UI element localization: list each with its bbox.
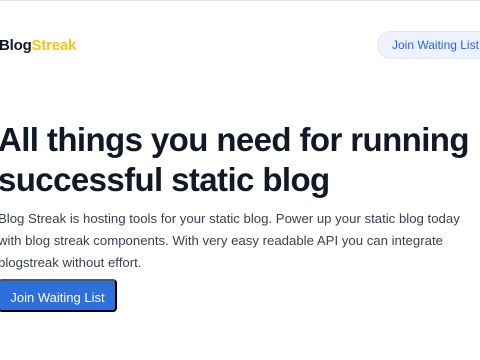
hero-title: All things you need for running successf…: [0, 121, 469, 198]
header-join-waiting-list-button[interactable]: Join Waiting List →: [377, 31, 480, 59]
logo-text-streak: Streak: [31, 37, 77, 54]
site-logo[interactable]: BlogStreak: [0, 37, 76, 55]
top-divider: [0, 0, 480, 1]
hero-join-waiting-list-button[interactable]: Join Waiting List: [0, 279, 117, 312]
landing-page: BlogStreak Join Waiting List → All thing…: [0, 0, 480, 360]
logo-text-blog: Blog: [0, 37, 32, 54]
hero-description: Blog Streak is hosting tools for your st…: [0, 211, 460, 270]
